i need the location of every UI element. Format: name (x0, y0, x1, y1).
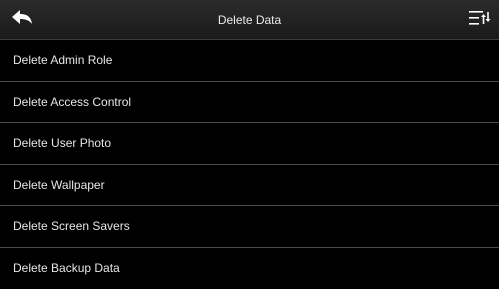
delete-access-control-item[interactable]: Delete Access Control (0, 82, 499, 124)
delete-options-list: Delete Admin Role Delete Access Control … (0, 40, 499, 289)
top-bar: Delete Data (0, 0, 499, 40)
delete-screen-savers-item[interactable]: Delete Screen Savers (0, 206, 499, 248)
delete-data-screen: Delete Data Delete Admin Role Delete Acc… (0, 0, 499, 286)
page-title: Delete Data (0, 0, 499, 40)
delete-wallpaper-item[interactable]: Delete Wallpaper (0, 165, 499, 207)
delete-backup-data-item[interactable]: Delete Backup Data (0, 248, 499, 289)
sort-menu-icon (467, 9, 491, 32)
sort-button[interactable] (459, 0, 499, 40)
delete-admin-role-item[interactable]: Delete Admin Role (0, 40, 499, 82)
delete-user-photo-item[interactable]: Delete User Photo (0, 123, 499, 165)
